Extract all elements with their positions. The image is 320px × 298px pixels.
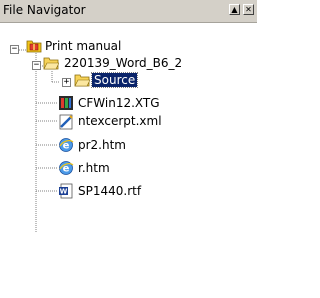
tree-item-print-manual[interactable]: Print manual: [45, 39, 121, 53]
folder-open-icon: [74, 74, 90, 87]
tree-item-file[interactable]: ntexcerpt.xml: [78, 114, 162, 128]
tree-item-file[interactable]: r.htm: [78, 161, 110, 175]
ie-htm-file-icon: e: [59, 138, 74, 152]
file-navigator-window: File Navigator ▲ ✕ − Print manual − 2201…: [0, 0, 257, 298]
word-rtf-file-icon: W: [59, 183, 73, 199]
tree-item-file[interactable]: SP1440.rtf: [78, 184, 141, 198]
svg-text:W: W: [60, 188, 68, 196]
ie-htm-file-icon: e: [59, 161, 74, 175]
source-expand-toggle[interactable]: +: [62, 78, 71, 87]
xtg-file-icon: [59, 96, 73, 110]
tree-item-file[interactable]: CFWin12.XTG: [78, 96, 160, 110]
folder-open-gift-icon: [26, 40, 42, 53]
folder-open-icon: [43, 57, 59, 70]
project-collapse-toggle[interactable]: −: [32, 61, 41, 70]
tree-item-project-folder[interactable]: 220139_Word_B6_2: [64, 56, 182, 70]
tree-item-file[interactable]: pr2.htm: [78, 138, 126, 152]
restore-button[interactable]: ▲: [229, 4, 240, 15]
root-collapse-toggle[interactable]: −: [10, 45, 19, 54]
xml-file-icon: [59, 114, 73, 130]
tree-item-source-folder[interactable]: Source: [90, 72, 139, 88]
close-button[interactable]: ✕: [243, 4, 254, 15]
window-title: File Navigator: [3, 3, 86, 17]
file-tree: − Print manual − 220139_Word_B6_2 + Sour…: [0, 23, 257, 298]
title-bar: File Navigator ▲ ✕: [0, 0, 257, 23]
